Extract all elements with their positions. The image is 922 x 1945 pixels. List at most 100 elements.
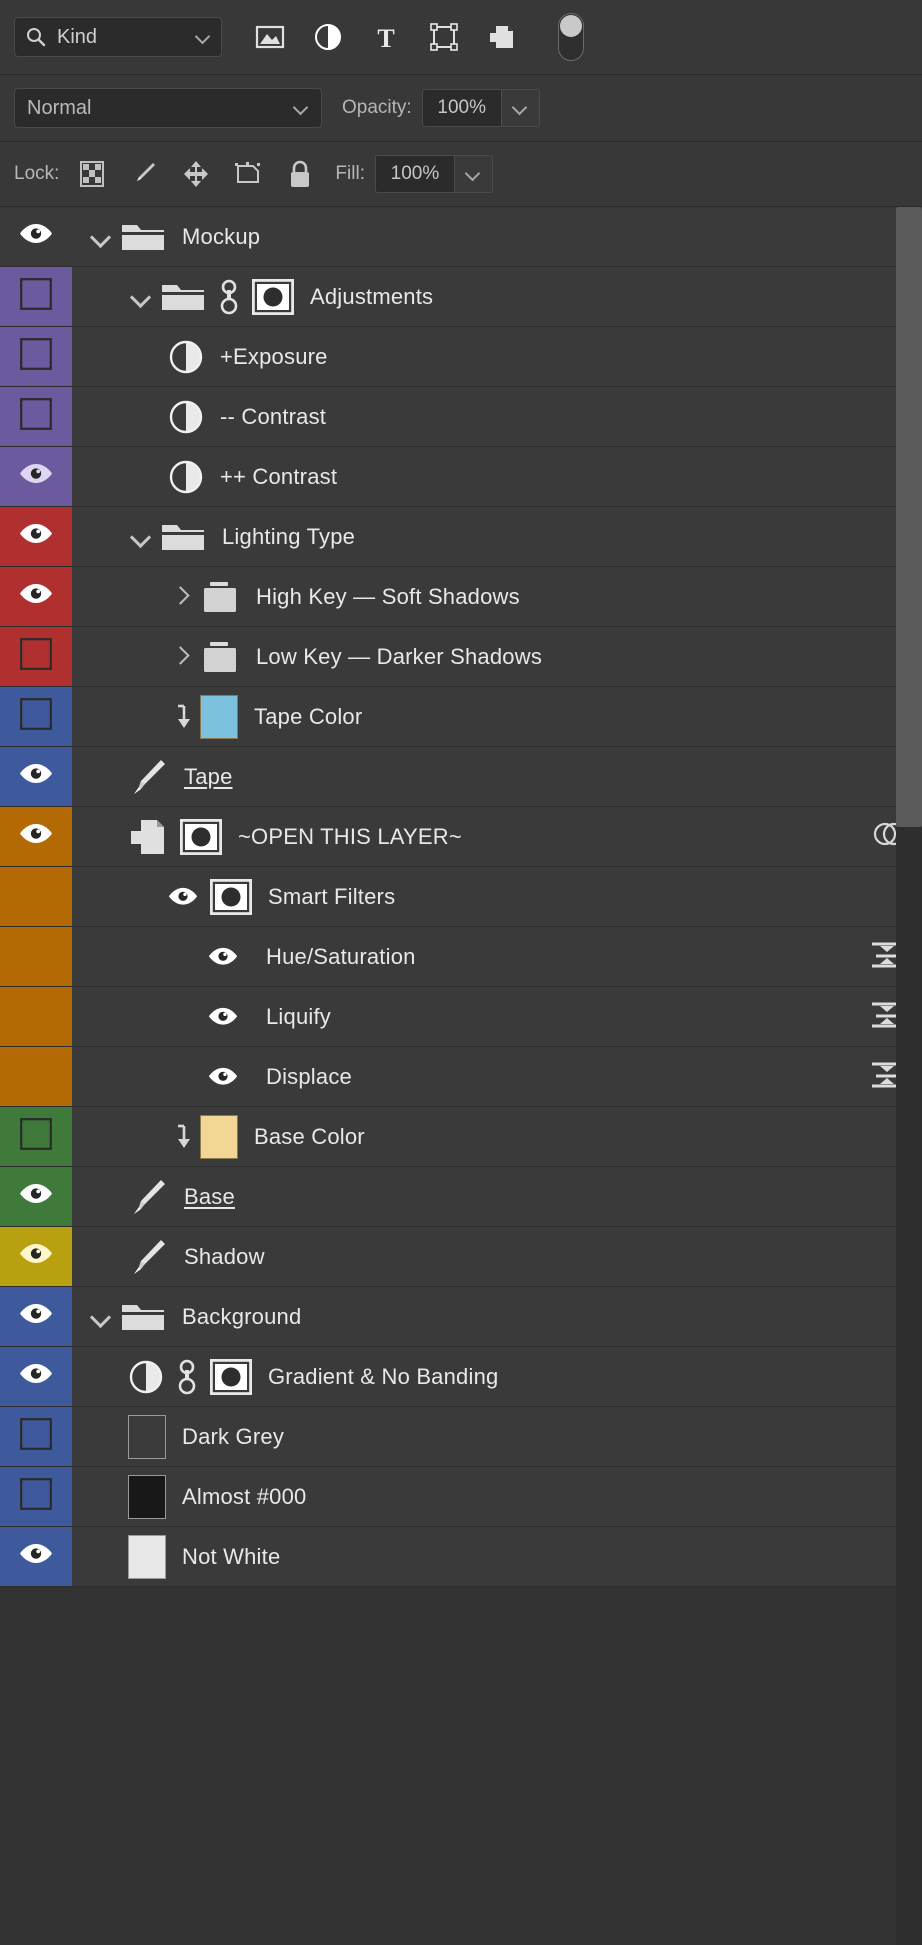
fill-value[interactable]: 100% — [376, 156, 454, 192]
visibility-toggle-eye-icon[interactable] — [19, 763, 53, 789]
adjustment-layer-filter-icon[interactable] — [312, 21, 344, 53]
layer-row[interactable]: Background — [0, 1287, 922, 1347]
layer-row-body[interactable]: Not White — [72, 1527, 922, 1586]
layer-row-body[interactable]: ~OPEN THIS LAYER~ — [72, 807, 922, 866]
smart-filter-visibility-eye-icon[interactable] — [208, 947, 238, 966]
visibility-toggle-off-icon[interactable] — [20, 638, 52, 675]
layer-row-body[interactable]: Low Key — Darker Shadows — [72, 627, 922, 686]
smart-object-filter-icon[interactable] — [486, 21, 518, 53]
solid-color-swatch-thumbnail[interactable] — [128, 1415, 166, 1459]
layer-row-body[interactable]: ++ Contrast — [72, 447, 922, 506]
layer-row-body[interactable]: High Key — Soft Shadows — [72, 567, 922, 626]
filter-enable-toggle[interactable] — [558, 13, 584, 61]
layer-row[interactable]: Lighting Type — [0, 507, 922, 567]
smart-filter-visibility-eye-icon[interactable] — [208, 1067, 238, 1086]
visibility-toggle-eye-icon[interactable] — [19, 523, 53, 549]
solid-color-swatch-thumbnail[interactable] — [200, 1115, 238, 1159]
layer-row-body[interactable]: Mockup — [72, 207, 922, 266]
scrollbar-thumb[interactable] — [896, 207, 922, 827]
layer-row-body[interactable]: Almost #000 — [72, 1467, 922, 1526]
expand-collapse-chevron-down-icon[interactable] — [88, 1304, 114, 1330]
layer-row[interactable]: Displace — [0, 1047, 922, 1107]
layer-row[interactable]: High Key — Soft Shadows — [0, 567, 922, 627]
layer-row[interactable]: -- Contrast — [0, 387, 922, 447]
layer-row-body[interactable]: Liquify — [72, 987, 922, 1046]
adjustment-layer-thumbnail-icon[interactable] — [128, 1359, 164, 1395]
layer-mask-thumbnail-icon[interactable] — [252, 279, 294, 315]
visibility-toggle-off-icon[interactable] — [20, 698, 52, 735]
layer-row[interactable]: Hue/Saturation — [0, 927, 922, 987]
pixel-layer-brush-thumbnail-icon[interactable] — [128, 756, 168, 798]
opacity-value[interactable]: 100% — [423, 90, 501, 126]
lock-artboard-nesting-icon[interactable] — [233, 159, 263, 189]
adjustment-layer-thumbnail-icon[interactable] — [168, 399, 204, 435]
blend-mode-dropdown[interactable]: Normal — [14, 88, 322, 128]
shape-layer-filter-icon[interactable] — [428, 21, 460, 53]
layer-row-body[interactable]: Tape — [72, 747, 922, 806]
type-layer-filter-icon[interactable]: T — [370, 21, 402, 53]
pixel-layer-brush-thumbnail-icon[interactable] — [128, 1176, 168, 1218]
layers-scrollbar[interactable] — [896, 207, 922, 1945]
layer-row[interactable]: Mockup — [0, 207, 922, 267]
layer-mask-thumbnail-icon[interactable] — [180, 819, 222, 855]
expand-collapse-chevron-down-icon[interactable] — [128, 524, 154, 550]
adjustment-layer-thumbnail-icon[interactable] — [168, 459, 204, 495]
layer-row-body[interactable]: Background — [72, 1287, 922, 1346]
layer-row-body[interactable]: +Exposure — [72, 327, 922, 386]
lock-all-icon[interactable] — [285, 159, 315, 189]
layer-row-body[interactable]: Dark Grey — [72, 1407, 922, 1466]
visibility-toggle-eye-icon[interactable] — [19, 1243, 53, 1269]
layer-row-body[interactable]: Gradient & No Banding — [72, 1347, 922, 1406]
opacity-stepper[interactable] — [501, 90, 539, 126]
layer-row-body[interactable]: Base — [72, 1167, 922, 1226]
visibility-toggle-eye-icon[interactable] — [19, 1363, 53, 1389]
expand-collapse-chevron-down-icon[interactable] — [128, 284, 154, 310]
solid-color-swatch-thumbnail[interactable] — [128, 1535, 166, 1579]
adjustment-layer-thumbnail-icon[interactable] — [168, 339, 204, 375]
layer-row[interactable]: Base — [0, 1167, 922, 1227]
visibility-toggle-eye-icon[interactable] — [19, 223, 53, 249]
layer-mask-link-icon[interactable] — [218, 279, 240, 315]
smart-object-thumbnail-icon[interactable] — [128, 817, 168, 857]
visibility-toggle-off-icon[interactable] — [20, 1418, 52, 1455]
visibility-toggle-off-icon[interactable] — [20, 1118, 52, 1155]
layer-row[interactable]: Gradient & No Banding — [0, 1347, 922, 1407]
layer-row-body[interactable]: Smart Filters — [72, 867, 922, 926]
visibility-toggle-eye-icon[interactable] — [19, 1303, 53, 1329]
opacity-field[interactable]: 100% — [422, 89, 540, 127]
layer-row[interactable]: Shadow — [0, 1227, 922, 1287]
layer-row[interactable]: Dark Grey — [0, 1407, 922, 1467]
pixel-layer-filter-icon[interactable] — [254, 21, 286, 53]
layer-row-body[interactable]: Hue/Saturation — [72, 927, 922, 986]
expand-collapse-chevron-right-icon[interactable] — [168, 644, 194, 670]
layer-row[interactable]: ~OPEN THIS LAYER~ — [0, 807, 922, 867]
layer-row[interactable]: +Exposure — [0, 327, 922, 387]
smart-filter-visibility-eye-icon[interactable] — [168, 887, 198, 906]
layer-row[interactable]: Smart Filters — [0, 867, 922, 927]
layer-row-body[interactable]: Tape Color — [72, 687, 922, 746]
layer-row[interactable]: Low Key — Darker Shadows — [0, 627, 922, 687]
solid-color-swatch-thumbnail[interactable] — [128, 1475, 166, 1519]
lock-image-pixels-icon[interactable] — [129, 159, 159, 189]
visibility-toggle-off-icon[interactable] — [20, 278, 52, 315]
layer-mask-thumbnail-icon[interactable] — [210, 1359, 252, 1395]
lock-position-icon[interactable] — [181, 159, 211, 189]
layer-row-body[interactable]: Displace — [72, 1047, 922, 1106]
layer-row-body[interactable]: Adjustments — [72, 267, 922, 326]
visibility-toggle-eye-icon[interactable] — [19, 1183, 53, 1209]
visibility-toggle-off-icon[interactable] — [20, 1478, 52, 1515]
fill-field[interactable]: 100% — [375, 155, 493, 193]
visibility-toggle-eye-icon[interactable] — [19, 1543, 53, 1569]
visibility-toggle-off-icon[interactable] — [20, 398, 52, 435]
visibility-toggle-eye-icon[interactable] — [19, 463, 53, 489]
filter-kind-dropdown[interactable]: Kind — [14, 17, 222, 57]
smart-filter-mask-thumbnail-icon[interactable] — [210, 879, 252, 915]
pixel-layer-brush-thumbnail-icon[interactable] — [128, 1236, 168, 1278]
layer-row[interactable]: Almost #000 — [0, 1467, 922, 1527]
fill-stepper[interactable] — [454, 156, 492, 192]
layer-row[interactable]: Liquify — [0, 987, 922, 1047]
visibility-toggle-eye-icon[interactable] — [19, 823, 53, 849]
solid-color-swatch-thumbnail[interactable] — [200, 695, 238, 739]
smart-filter-visibility-eye-icon[interactable] — [208, 1007, 238, 1026]
expand-collapse-chevron-right-icon[interactable] — [168, 584, 194, 610]
